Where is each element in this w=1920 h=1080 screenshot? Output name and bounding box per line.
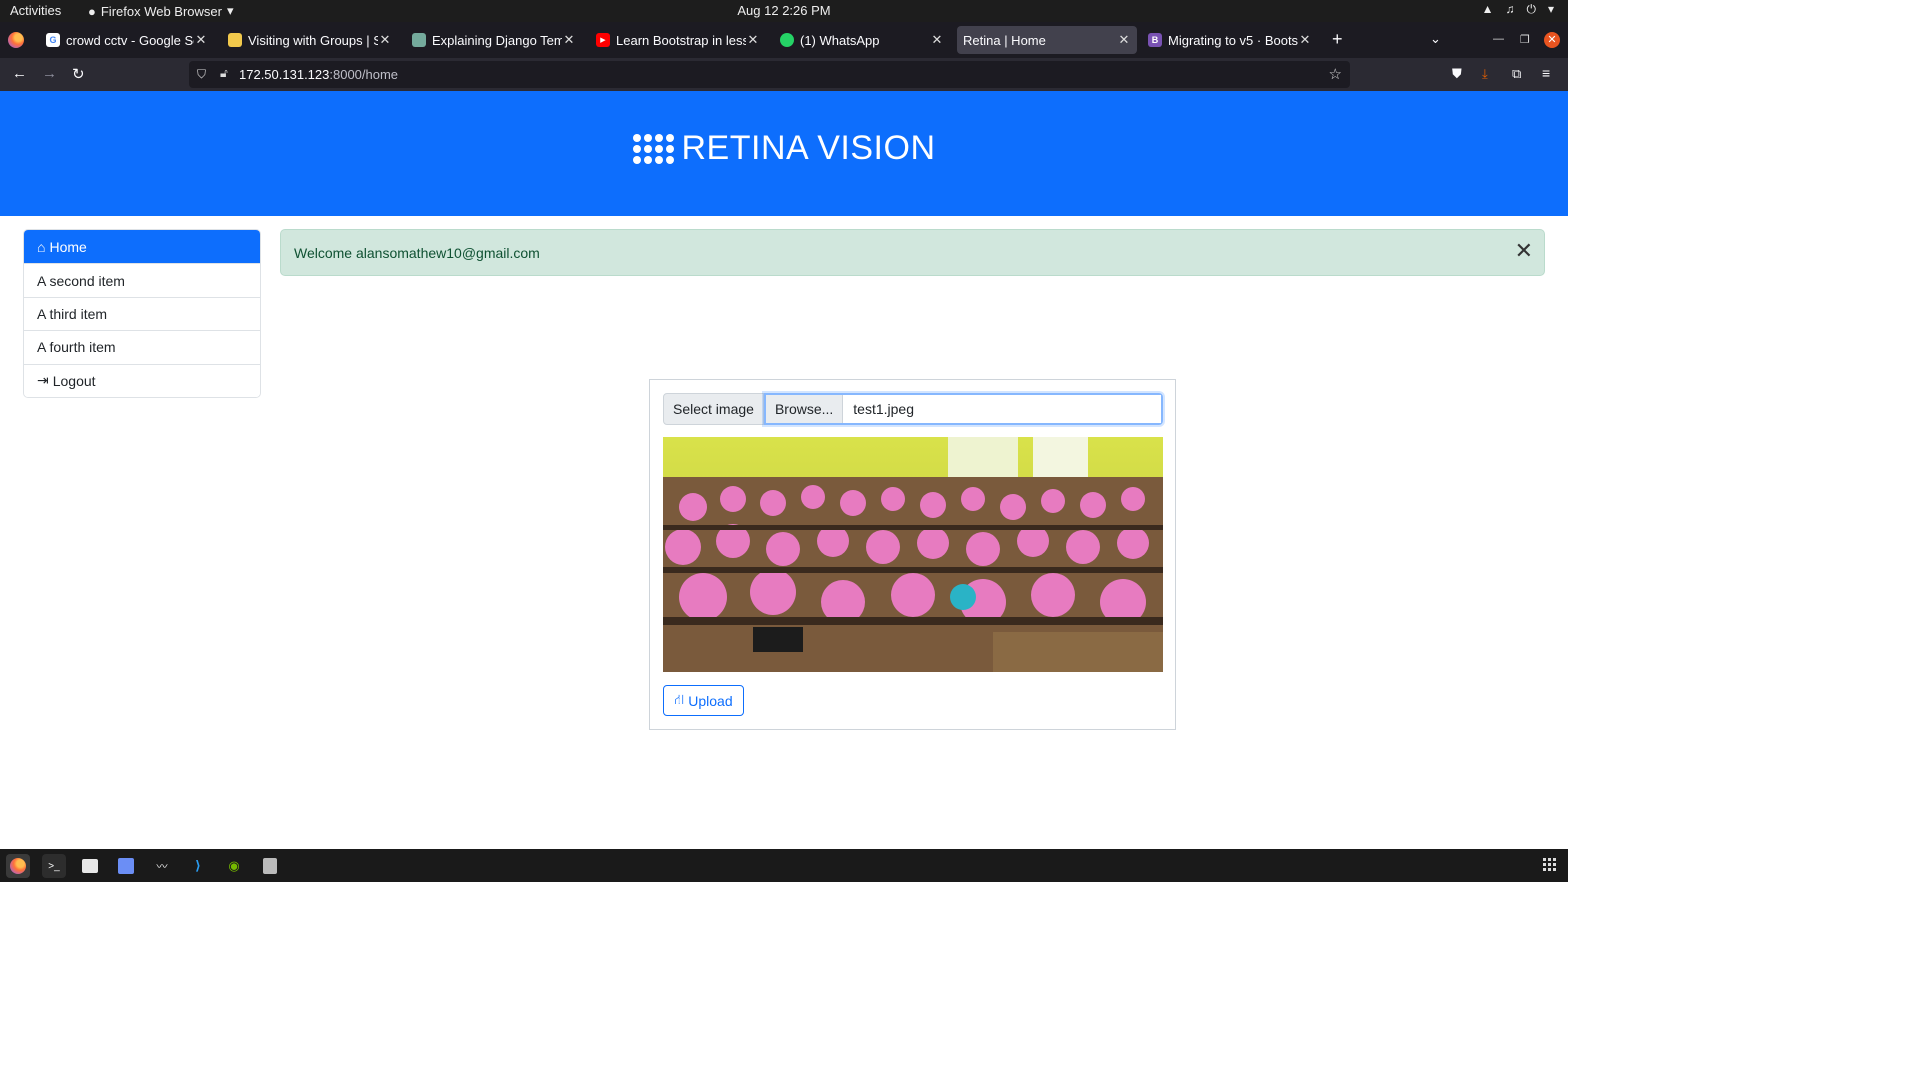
close-icon[interactable]: ✕ — [1515, 240, 1533, 262]
tab-title: Retina | Home — [963, 32, 1046, 48]
sidebar-item-home[interactable]: ⌂ Home — [24, 230, 260, 264]
sidebar-item-second[interactable]: A second item — [24, 263, 260, 297]
site-icon — [228, 33, 242, 47]
bootstrap-icon: B — [1148, 33, 1162, 47]
sidebar-item-logout[interactable]: ⇥ Logout — [24, 363, 260, 397]
tab-strip: G crowd cctv - Google Sear ✕ Visiting wi… — [0, 22, 1568, 58]
close-tab-icon[interactable]: ✕ — [194, 32, 208, 48]
sidebar-item-label: Logout — [52, 372, 96, 389]
tab-title: (1) WhatsApp — [800, 32, 880, 48]
clock[interactable]: Aug 12 2:26 PM — [0, 3, 1568, 18]
tab-whatsapp[interactable]: (1) WhatsApp ✕ — [774, 26, 950, 54]
tab-title: Migrating to v5 · Bootstra — [1168, 32, 1298, 48]
minimize-icon[interactable]: — — [1493, 33, 1504, 45]
upload-button[interactable]: ⛙ Upload — [663, 685, 744, 716]
tab-title: Visiting with Groups | Sm — [248, 32, 378, 48]
caret-down-icon: ▾ — [1547, 2, 1554, 16]
extensions-icon[interactable]: ⧉ — [1512, 66, 1521, 82]
url-host: 172.50.131.123 — [239, 67, 330, 82]
image-preview — [663, 437, 1163, 672]
sidebar-item-fourth[interactable]: A fourth item — [24, 330, 260, 364]
select-image-label: Select image — [663, 393, 764, 425]
restore-icon[interactable]: ❐ — [1520, 33, 1530, 46]
selected-filename[interactable]: test1.jpeg — [843, 395, 1161, 423]
youtube-icon: ▶ — [596, 33, 610, 47]
downloads-icon[interactable]: ⤓ — [1482, 66, 1488, 82]
menu-icon[interactable]: ≡ — [1542, 65, 1550, 81]
firefox-view-icon[interactable] — [8, 32, 24, 48]
new-tab-icon[interactable]: + — [1332, 29, 1343, 50]
file-input[interactable]: Browse... test1.jpeg — [763, 393, 1163, 425]
tab-title: crowd cctv - Google Sear — [66, 32, 194, 48]
header-banner: RETINA VISION — [0, 91, 1568, 216]
forward-icon[interactable]: → — [42, 65, 57, 82]
grid-logo-icon — [632, 133, 674, 164]
nvidia-settings-icon[interactable]: ◉ — [222, 854, 246, 878]
url-text[interactable]: 172.50.131.123:8000/home — [239, 67, 398, 82]
web-page: RETINA VISION ⌂ Home A second item A thi… — [0, 91, 1568, 849]
text-editor-icon[interactable] — [114, 854, 138, 878]
tab-google[interactable]: G crowd cctv - Google Sear ✕ — [40, 26, 214, 54]
tab-youtube[interactable]: ▶ Learn Bootstrap in less th ✕ — [590, 26, 766, 54]
brand[interactable]: RETINA VISION — [0, 129, 1568, 168]
close-tab-icon[interactable]: ✕ — [1117, 32, 1131, 48]
pocket-icon[interactable]: ⛊ — [1452, 66, 1462, 82]
sidebar-item-label: A second item — [37, 272, 125, 289]
logout-icon: ⇥ — [37, 372, 49, 389]
chatgpt-icon — [412, 33, 426, 47]
browse-button[interactable]: Browse... — [765, 395, 844, 423]
close-tab-icon[interactable]: ✕ — [930, 32, 944, 48]
file-input-group: Select image Browse... test1.jpeg — [663, 393, 1163, 425]
close-tab-icon[interactable]: ✕ — [746, 32, 760, 48]
close-tab-icon[interactable]: ✕ — [378, 32, 392, 48]
close-tab-icon[interactable]: ✕ — [1298, 32, 1312, 48]
alert-message: Welcome alansomathew10@gmail.com — [294, 245, 540, 261]
close-tab-icon[interactable]: ✕ — [562, 32, 576, 48]
share-nodes-icon: ⛙ — [674, 691, 685, 707]
reload-icon[interactable]: ↻ — [72, 65, 85, 83]
sidebar-list: ⌂ Home A second item A third item A four… — [23, 229, 261, 398]
power-icon: ⏻ — [1526, 2, 1536, 16]
tab-retina-home[interactable]: Retina | Home ✕ — [957, 26, 1137, 54]
sidebar-item-label: Home — [49, 238, 87, 255]
system-monitor-icon[interactable]: 〰 — [150, 854, 174, 878]
system-top-bar: Activities ● Firefox Web Browser ▾ Aug 1… — [0, 0, 1568, 22]
url-bar[interactable]: ⛉ 🔓︎ 172.50.131.123:8000/home ☆ — [189, 61, 1350, 88]
list-all-tabs-icon[interactable]: ⌄ — [1430, 31, 1441, 47]
tab-title: Learn Bootstrap in less th — [616, 32, 746, 48]
files-icon[interactable] — [78, 854, 102, 878]
system-tray[interactable]: ▲ ♫ ⏻ ▾ — [1482, 2, 1554, 17]
sidebar-item-third[interactable]: A third item — [24, 296, 260, 331]
bookmark-star-icon[interactable]: ☆ — [1329, 65, 1342, 83]
terminal-icon[interactable]: >_ — [42, 854, 66, 878]
url-path: :8000/home — [329, 67, 399, 82]
sidebar-item-label: A third item — [37, 305, 108, 322]
google-icon: G — [46, 33, 60, 47]
welcome-alert: Welcome alansomathew10@gmail.com ✕ — [280, 229, 1545, 276]
upload-form: Select image Browse... test1.jpeg ⛙ Uplo… — [649, 379, 1176, 730]
show-apps-icon[interactable] — [1543, 858, 1556, 871]
navigation-toolbar: ← → ↻ ⛉ 🔓︎ 172.50.131.123:8000/home ☆ ⛊ … — [0, 58, 1568, 91]
disk-icon[interactable] — [258, 854, 282, 878]
window-close-icon[interactable]: ✕ — [1544, 32, 1560, 48]
network-icon: ▲ — [1481, 2, 1494, 16]
tracking-shield-icon[interactable]: ⛉ — [197, 67, 206, 82]
upload-button-label: Upload — [688, 692, 733, 709]
home-icon: ⌂ — [37, 238, 46, 255]
taskbar-dock: >_ 〰 ⟩ ◉ — [0, 849, 1568, 882]
whatsapp-icon — [780, 33, 794, 47]
tab-bootstrap[interactable]: B Migrating to v5 · Bootstra ✕ — [1142, 26, 1318, 54]
brand-title: RETINA VISION — [681, 129, 936, 167]
volume-icon: ♫ — [1505, 2, 1515, 16]
vscode-icon[interactable]: ⟩ — [186, 854, 210, 878]
sidebar-item-label: A fourth item — [37, 339, 116, 356]
classroom-photo — [663, 437, 1163, 672]
back-icon[interactable]: ← — [12, 65, 27, 82]
tab-visiting-groups[interactable]: Visiting with Groups | Sm ✕ — [222, 26, 398, 54]
tab-django[interactable]: Explaining Django Templ ✕ — [406, 26, 582, 54]
firefox-dock-icon[interactable] — [6, 854, 30, 878]
insecure-lock-icon[interactable]: 🔓︎ — [220, 66, 228, 81]
tab-title: Explaining Django Templ — [432, 32, 562, 48]
